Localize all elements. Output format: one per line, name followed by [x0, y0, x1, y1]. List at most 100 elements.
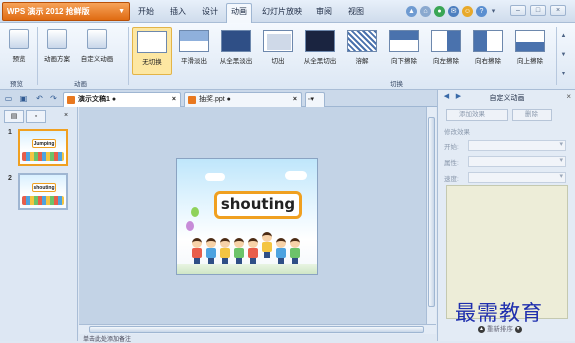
start-select[interactable]: [468, 140, 566, 151]
delete-label: 删除: [525, 111, 538, 118]
transition-none[interactable]: 无切换: [132, 27, 172, 75]
new-tab-button[interactable]: ▫▾: [305, 92, 325, 107]
transition-label: 无切换: [142, 59, 162, 66]
user-icon[interactable]: ☺: [462, 6, 473, 17]
tab-view[interactable]: 视图: [344, 5, 368, 19]
slide-number-1: 1: [8, 129, 12, 136]
close-icon[interactable]: ×: [172, 93, 176, 107]
delete-effect-button[interactable]: 删除: [512, 109, 552, 121]
transition-cut[interactable]: 切出: [258, 27, 298, 75]
document-icon: [67, 96, 75, 104]
transition-label: 从全黑切出: [303, 58, 337, 65]
slide-thumbnail-2[interactable]: shouting: [18, 173, 68, 210]
notes-bar[interactable]: 单击此处添加备注: [79, 334, 436, 343]
slide-word-box[interactable]: shouting: [214, 191, 302, 219]
transition-label: 向右擦除: [475, 58, 501, 65]
tab-review[interactable]: 审阅: [312, 5, 336, 19]
horizontal-scrollbar[interactable]: [79, 324, 436, 334]
feedback-icon[interactable]: ✉: [448, 6, 459, 17]
watermark-text: 最需教育: [455, 301, 543, 325]
tab-slideshow[interactable]: 幻灯片放映: [258, 5, 306, 19]
speed-label: 速度:: [444, 176, 459, 183]
skin-icon[interactable]: ▲: [406, 6, 417, 17]
transition-label: 向左擦除: [433, 58, 459, 65]
chevron-down-icon: ▼: [118, 8, 125, 15]
group-separator: [128, 27, 129, 85]
transition-thumb: [431, 30, 461, 52]
transition-label: 从全黑淡出: [219, 58, 253, 65]
speed-select[interactable]: [468, 172, 566, 183]
transition-wipe-up[interactable]: 向上擦除: [510, 27, 550, 75]
close-icon[interactable]: ×: [293, 93, 297, 107]
document-icon: [188, 96, 196, 104]
animation-scheme-button[interactable]: 动画方案: [38, 27, 76, 75]
vertical-scrollbar[interactable]: [426, 107, 436, 331]
document-tab-bar: ▭ ▣ ↶ ↷ 演示文稿1 ● × 抽奖.ppt ● × ▫▾: [0, 90, 440, 107]
transition-thumb: [263, 30, 293, 52]
minimize-button[interactable]: –: [510, 5, 526, 16]
current-slide[interactable]: shouting: [176, 158, 318, 275]
tab-document2[interactable]: 抽奖.ppt ● ×: [184, 92, 302, 107]
custom-label: 自定义动画: [80, 56, 114, 63]
transition-thumb: [221, 30, 251, 52]
transition-dissolve[interactable]: 溶解: [342, 27, 382, 75]
tab-slides[interactable]: ▤: [4, 110, 24, 123]
reorder-label: 重新排序: [486, 326, 513, 333]
redo-icon[interactable]: ↷: [48, 93, 59, 104]
balloon-image: [191, 207, 199, 217]
panel-title: 自定义动画: [489, 95, 525, 102]
transition-thumb: [137, 31, 167, 53]
slide-thumbnail-1[interactable]: Jumping: [18, 129, 68, 166]
transition-thumb: [389, 30, 419, 52]
balloon-image: [186, 221, 194, 231]
custom-animation-icon: [87, 29, 107, 49]
transition-cut-black[interactable]: 从全黑切出: [300, 27, 340, 75]
custom-animation-button[interactable]: 自定义动画: [78, 27, 116, 75]
preview-label: 预览: [12, 56, 26, 63]
tab-insert[interactable]: 插入: [166, 5, 190, 19]
transition-thumb: [305, 30, 335, 52]
tab-home[interactable]: 开始: [134, 5, 158, 19]
cloud-image: [285, 171, 307, 180]
transition-wipe-right[interactable]: 向右擦除: [468, 27, 508, 75]
app-menu-button[interactable]: WPS 演示 2012 抢鲜版 ▼: [2, 2, 130, 21]
group-label-animation: 动画: [74, 81, 87, 88]
thumb-word: Jumping: [32, 139, 56, 148]
app-name: WPS 演示 2012 抢鲜版: [7, 7, 90, 16]
add-effect-button[interactable]: 添加效果: [446, 109, 508, 121]
open-folder-icon[interactable]: ▭: [3, 93, 14, 104]
tab-outline[interactable]: ▫: [26, 110, 46, 123]
tab-document1[interactable]: 演示文稿1 ● ×: [63, 92, 181, 107]
transition-fade-smooth[interactable]: 平滑淡出: [174, 27, 214, 75]
update-icon[interactable]: ●: [434, 6, 445, 17]
expand-gallery-icon[interactable]: ▾: [557, 65, 570, 84]
chevron-down-icon[interactable]: ▾: [488, 6, 499, 17]
ribbon: 预览 动画方案 自定义动画 无切换 平滑淡出 从全黑淡出 切出 从全黑切出 溶解…: [0, 23, 575, 90]
transition-fade-black[interactable]: 从全黑淡出: [216, 27, 256, 75]
transition-wipe-left[interactable]: 向左擦除: [426, 27, 466, 75]
transition-label: 平滑淡出: [181, 58, 207, 65]
transition-thumb: [347, 30, 377, 52]
save-icon[interactable]: ▣: [18, 93, 29, 104]
close-icon[interactable]: ×: [566, 92, 571, 101]
group-label-preview: 预览: [10, 81, 23, 88]
transition-wipe-down[interactable]: 向下擦除: [384, 27, 424, 75]
tab-design[interactable]: 设计: [198, 5, 222, 19]
transition-label: 向下擦除: [391, 58, 417, 65]
gallery-scroll[interactable]: ▲ ▼ ▾: [556, 27, 570, 85]
scroll-thumb[interactable]: [428, 117, 435, 307]
help-icon[interactable]: ?: [476, 6, 487, 17]
maximize-button[interactable]: □: [530, 5, 546, 16]
tab-animation[interactable]: 动画: [226, 3, 252, 23]
preview-button[interactable]: 预览: [0, 27, 38, 75]
thumb-kids-image: [22, 196, 64, 205]
chevron-up-icon[interactable]: ▲: [557, 27, 570, 46]
close-button[interactable]: ×: [550, 5, 566, 16]
undo-icon[interactable]: ↶: [34, 93, 45, 104]
property-select[interactable]: [468, 156, 566, 167]
close-icon[interactable]: ×: [60, 110, 72, 123]
thumb-word: shouting: [32, 183, 56, 192]
home-icon[interactable]: ⌂: [420, 6, 431, 17]
chevron-down-icon[interactable]: ▼: [557, 46, 570, 65]
scroll-thumb[interactable]: [89, 326, 424, 333]
